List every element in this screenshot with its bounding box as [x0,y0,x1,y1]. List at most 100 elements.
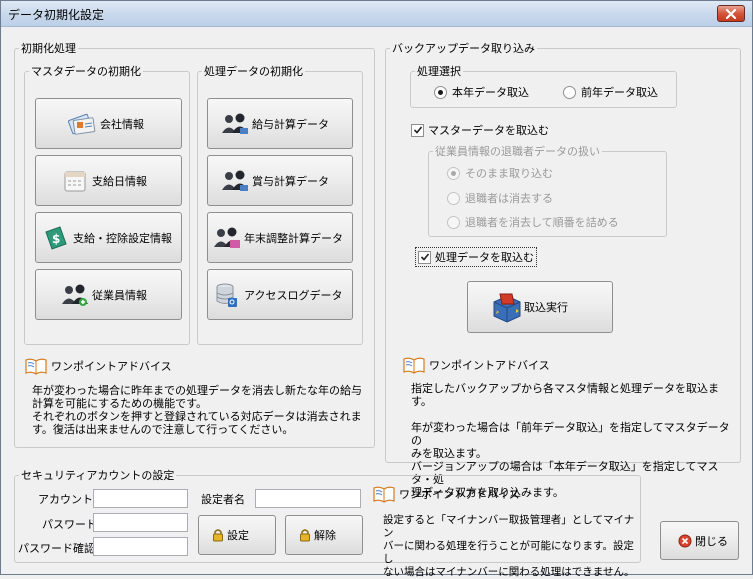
account-id-input[interactable] [93,489,188,508]
process-select-legend: 処理選択 [417,65,461,78]
close-icon [725,8,737,19]
payment-deduction-settings-button[interactable]: $ 支給・控除設定情報 [35,212,182,263]
title-bar[interactable]: データ初期化設定 [1,1,752,27]
employee-group-icon [218,164,252,198]
password-confirm-input[interactable] [93,537,188,556]
init-advice-text: 年が変わった場合に昨年までの処理データを消去し新たな年の給与 計算を可能にするた… [32,384,372,436]
security-release-button[interactable]: 解除 [285,515,363,555]
company-info-label: 会社情報 [100,117,144,131]
bonus-data-label: 賞与計算データ [252,174,329,188]
svg-text:$: $ [52,232,60,246]
company-info-button[interactable]: 会社情報 [35,98,182,149]
employee-group-icon [218,107,252,141]
advice-line: す。復活は出来ませんので注意して行ってください。 [32,423,294,436]
import-processing-label: 処理データを取込む [435,251,534,264]
checkbox[interactable] [411,123,424,137]
security-advice-header: ワンポイントアドバイス [373,485,520,503]
advice-line: 設定すると「マイナンバー取扱管理者」としてマイナン [383,514,635,539]
access-log-data-button[interactable]: アクセスログデータ [207,269,353,320]
window-title: データ初期化設定 [8,8,105,22]
advice-blank-line [411,408,731,421]
open-book-icon [373,486,395,503]
open-book-icon [25,358,47,375]
radio-button[interactable] [434,85,447,99]
security-set-button[interactable]: 設定 [198,515,276,555]
import-master-label: マスターデータを取込む [428,124,549,137]
retired-handling-legend: 従業員情報の退職者データの扱い [435,145,600,158]
salary-data-button[interactable]: 給与計算データ [207,98,353,149]
checkmark-icon [420,253,429,261]
retired-delete-radio[interactable]: 退職者は消去する [447,190,553,206]
employee-group-icon [58,278,92,312]
security-advice-text: 設定すると「マイナンバー取扱管理者」としてマイナン バーに関わる処理を行うことが… [383,514,639,579]
employee-info-label: 従業員情報 [92,288,147,302]
close-dialog-button[interactable]: 閉じる [660,521,739,560]
close-dialog-label: 閉じる [695,534,728,548]
security-release-label: 解除 [314,529,336,542]
advice-line: 年が変わった場合に昨年までの処理データを消去し新たな年の給与 [32,384,362,397]
import-execute-label: 取込実行 [524,301,568,314]
employee-info-button[interactable]: 従業員情報 [35,269,182,320]
retired-delete-compact-label: 退職者を消去して順番を詰める [465,216,619,229]
calendar-icon [58,164,92,198]
advice-line: それぞれのボタンを押すと登録されている対応データは消去されま [32,410,362,423]
checkbox[interactable] [418,250,431,264]
advice-line: 指定したバックアップから各マスタ情報と処理データを取込ます。 [411,382,719,408]
bonus-data-button[interactable]: 賞与計算データ [207,155,353,206]
advice-line: 年が変わった場合は「前年データ取込」を指定してマスタデータの [411,421,730,447]
backup-advice-label: ワンポイントアドバイス [429,359,550,372]
radio-button[interactable] [447,166,460,180]
package-icon [490,290,524,324]
security-advice-label: ワンポイントアドバイス [399,488,520,501]
database-icon [210,278,244,312]
payment-deduction-settings-label: 支給・控除設定情報 [73,231,172,245]
password-confirm-label: パスワード確認 [18,542,95,555]
backup-advice-header: ワンポイントアドバイス [403,356,550,374]
window-close-button[interactable] [717,5,745,22]
retired-keep-label: そのまま取り込む [465,167,553,180]
advice-line: ない場合はマイナンバーに関わる処理はできません。 [383,566,635,578]
lock-icon [296,518,314,552]
checkmark-icon [413,126,422,134]
init-advice-header: ワンポイントアドバイス [25,357,172,375]
retired-delete-label: 退職者は消去する [465,192,553,205]
import-processing-checkbox[interactable]: 処理データを取込む [415,247,537,267]
employee-group-icon [210,221,244,255]
setter-name-input[interactable] [255,489,361,508]
payday-info-label: 支給日情報 [92,174,147,188]
password-label: パスワード [42,518,97,531]
close-circle-icon [675,524,695,558]
dialog-window: データ初期化設定 初期化処理 マスタデータの初期化 処理データの初期化 会社情報 [0,0,753,578]
last-year-radio[interactable]: 前年データ取込 [563,84,658,100]
payday-info-button[interactable]: 支給日情報 [35,155,182,206]
this-year-radio[interactable]: 本年データ取込 [434,84,529,100]
last-year-radio-label: 前年データ取込 [581,86,658,99]
this-year-radio-label: 本年データ取込 [452,86,529,99]
radio-button[interactable] [447,215,460,229]
money-icon: $ [39,221,73,255]
setter-name-label: 設定者名 [201,493,245,506]
advice-line: 計算を可能にするための機能です。 [32,397,208,410]
init-group-legend: 初期化処理 [21,42,76,55]
import-execute-button[interactable]: 取込実行 [467,281,613,333]
open-book-icon [403,357,425,374]
security-account-legend: セキュリティアカウントの設定 [21,469,175,482]
advice-line: バーに関わる処理を行うことが可能になります。設定し [383,540,634,565]
security-set-label: 設定 [227,529,249,542]
salary-data-label: 給与計算データ [252,117,329,131]
processing-init-legend: 処理データの初期化 [204,65,303,78]
company-card-icon [66,107,100,141]
year-end-data-label: 年末調整計算データ [244,231,343,245]
advice-line: みを取込ます。 [411,447,487,460]
radio-button[interactable] [447,191,460,205]
master-init-legend: マスタデータの初期化 [31,65,141,78]
retired-delete-compact-radio[interactable]: 退職者を消去して順番を詰める [447,214,619,230]
backup-import-legend: バックアップデータ取り込み [392,42,535,55]
radio-button[interactable] [563,85,576,99]
import-master-checkbox[interactable]: マスターデータを取込む [411,122,549,138]
password-input[interactable] [93,513,188,532]
year-end-data-button[interactable]: 年末調整計算データ [207,212,353,263]
retired-keep-radio[interactable]: そのまま取り込む [447,165,553,181]
access-log-data-label: アクセスログデータ [244,288,343,302]
lock-icon [209,518,227,552]
